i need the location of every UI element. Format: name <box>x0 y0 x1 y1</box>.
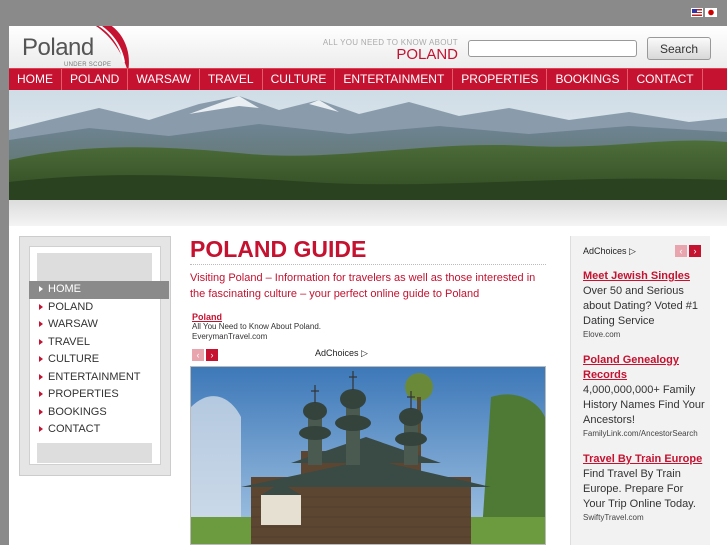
mountain-banner <box>9 90 727 200</box>
wooden-church-image <box>191 367 545 544</box>
arrow-right-icon <box>39 338 43 345</box>
sidebar-item-label: CONTACT <box>48 423 101 435</box>
chevron-right-icon[interactable]: › <box>206 349 218 361</box>
jp-flag-icon[interactable] <box>705 8 717 17</box>
search-button[interactable]: Search <box>647 37 711 60</box>
main-nav: HOME POLAND WARSAW TRAVEL CULTURE ENTERT… <box>9 68 727 90</box>
sidebar-item-label: CULTURE <box>48 353 100 365</box>
banner-strip <box>9 200 727 226</box>
right-ad-pager: ‹ › <box>675 245 701 257</box>
page: Poland UNDER SCOPE ALL YOU NEED TO KNOW … <box>9 26 727 545</box>
right-ad-description: 4,000,000,000+ Family History Names Find… <box>583 384 705 426</box>
nav-item-travel[interactable]: TRAVEL <box>200 69 263 90</box>
arrow-right-icon <box>39 286 43 292</box>
sidebar-item-contact[interactable]: CONTACT <box>29 421 169 439</box>
arrow-right-icon <box>39 391 43 397</box>
arrow-right-icon <box>39 426 43 432</box>
sidebar-item-label: PROPERTIES <box>48 388 119 400</box>
sidebar-item-warsaw[interactable]: WARSAW <box>29 316 169 334</box>
main-content: POLAND GUIDE Visiting Poland – Informati… <box>190 236 546 545</box>
arrow-right-icon <box>39 303 43 310</box>
right-ad-url[interactable]: FamilyLink.com/AncestorSearch <box>583 428 705 439</box>
nav-item-bookings[interactable]: BOOKINGS <box>547 69 629 90</box>
sidebar-item-label: ENTERTAINMENT <box>48 370 141 383</box>
arrow-right-icon <box>39 356 43 362</box>
sidebar-item-bookings[interactable]: BOOKINGS <box>29 404 169 422</box>
right-ad-title[interactable]: Poland Genealogy Records <box>583 353 705 383</box>
nav-item-home[interactable]: HOME <box>9 69 62 90</box>
nav-item-contact[interactable]: CONTACT <box>628 69 703 90</box>
adchoices-label-right[interactable]: AdChoices ▷ <box>583 246 636 257</box>
right-ad-description: Find Travel By Train Europe. Prepare For… <box>583 468 696 510</box>
text-ad: Poland All You Need to Know About Poland… <box>192 312 542 342</box>
right-ad-url[interactable]: Elove.com <box>583 329 705 340</box>
ad-url[interactable]: EverymanTravel.com <box>192 332 542 342</box>
sidebar-item-culture[interactable]: CULTURE <box>29 351 169 369</box>
tagline-main: POLAND <box>396 46 458 63</box>
ad-pager: ‹ › <box>192 349 218 361</box>
sidebar-item-label: BOOKINGS <box>48 405 107 418</box>
tagline: ALL YOU NEED TO KNOW ABOUT POLAND <box>323 38 458 63</box>
sidebar: HOME POLAND WARSAW TRAVEL CULTURE ENTERT… <box>19 236 171 476</box>
us-flag-icon[interactable] <box>691 8 703 17</box>
arrow-right-icon <box>39 408 43 415</box>
sidebar-item-entertainment[interactable]: ENTERTAINMENT <box>29 369 169 387</box>
logo-text: Poland <box>22 34 94 61</box>
sidebar-menu: HOME POLAND WARSAW TRAVEL CULTURE ENTERT… <box>29 281 169 439</box>
sidebar-item-label: POLAND <box>48 300 94 313</box>
ad-description: All You Need to Know About Poland. <box>192 322 321 331</box>
right-ad-description: Over 50 and Serious about Dating? Voted … <box>583 285 698 327</box>
nav-item-properties[interactable]: PROPERTIES <box>453 69 548 90</box>
sidebar-item-poland[interactable]: POLAND <box>29 299 169 317</box>
nav-item-entertainment[interactable]: ENTERTAINMENT <box>335 69 454 90</box>
right-ad-1: Meet Jewish Singles Over 50 and Serious … <box>583 269 705 340</box>
adchoices-icon: ▷ <box>629 246 636 256</box>
sidebar-item-home[interactable]: HOME <box>29 281 169 299</box>
ad-title-link[interactable]: Poland <box>192 312 542 322</box>
arrow-right-icon <box>39 321 43 327</box>
sidebar-item-label: TRAVEL <box>48 335 90 348</box>
sidebar-item-travel[interactable]: TRAVEL <box>29 334 169 352</box>
right-ad-title[interactable]: Travel By Train Europe <box>583 452 705 467</box>
logo[interactable]: Poland UNDER SCOPE <box>22 26 132 72</box>
church-photo <box>190 366 546 545</box>
sidebar-item-properties[interactable]: PROPERTIES <box>29 386 169 404</box>
adchoices-text: AdChoices <box>583 246 627 256</box>
mountain-banner-image <box>9 90 727 200</box>
sidebar-footer-bar <box>37 443 152 463</box>
search-input[interactable] <box>468 40 637 57</box>
arrow-right-icon <box>39 373 43 380</box>
nav-item-warsaw[interactable]: WARSAW <box>128 69 200 90</box>
language-flags <box>691 8 717 17</box>
chevron-right-icon[interactable]: › <box>689 245 701 257</box>
nav-item-culture[interactable]: CULTURE <box>263 69 336 90</box>
right-ad-2: Poland Genealogy Records 4,000,000,000+ … <box>583 353 705 439</box>
adchoices-text: AdChoices <box>315 348 359 358</box>
header: Poland UNDER SCOPE ALL YOU NEED TO KNOW … <box>9 26 727 72</box>
right-ad-url[interactable]: SwiftyTravel.com <box>583 512 705 523</box>
page-title: POLAND GUIDE <box>190 236 546 265</box>
chevron-left-icon[interactable]: ‹ <box>192 349 204 361</box>
right-ads-column: AdChoices ▷ ‹ › Meet Jewish Singles Over… <box>570 236 710 545</box>
nav-item-poland[interactable]: POLAND <box>62 69 129 90</box>
right-ad-3: Travel By Train Europe Find Travel By Tr… <box>583 452 705 523</box>
sidebar-item-label: WARSAW <box>48 318 98 330</box>
adchoices-label[interactable]: AdChoices ▷ <box>315 348 368 359</box>
right-ad-title[interactable]: Meet Jewish Singles <box>583 269 705 284</box>
adchoices-icon: ▷ <box>361 348 368 358</box>
chevron-left-icon[interactable]: ‹ <box>675 245 687 257</box>
sidebar-item-label: HOME <box>48 283 81 295</box>
sidebar-header-bar <box>37 253 152 283</box>
intro-text: Visiting Poland – Information for travel… <box>190 272 536 300</box>
